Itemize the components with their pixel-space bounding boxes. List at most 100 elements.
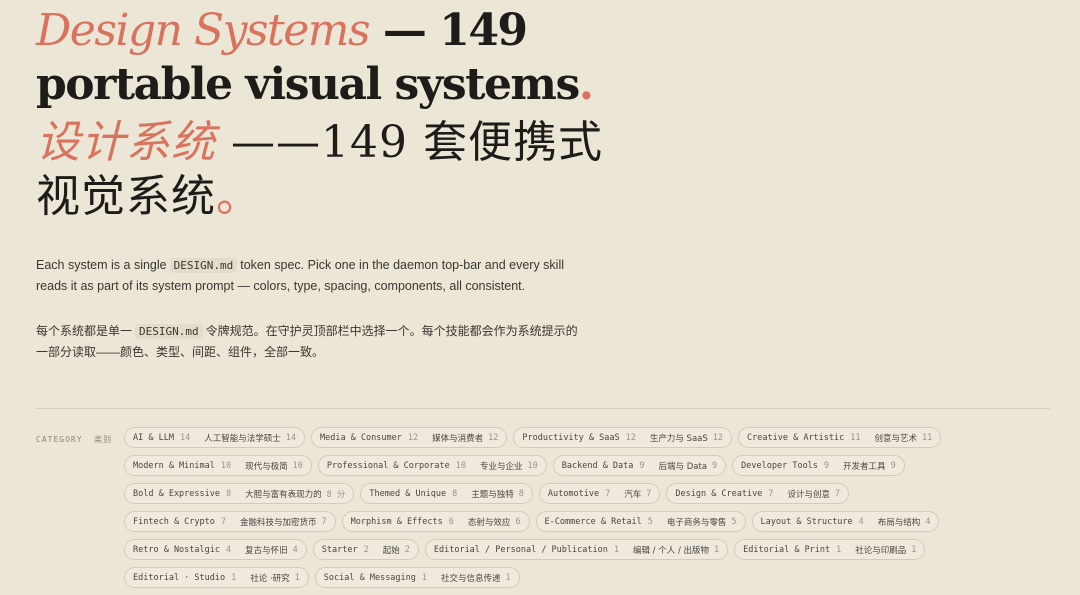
chip-name-zh: 复古与怀旧 — [245, 545, 288, 556]
chip-count: 4 — [226, 544, 232, 555]
chip-count-zh: 14 — [285, 432, 296, 443]
category-chip[interactable]: Editorial / Personal / Publication 1 编辑 / … — [424, 539, 729, 560]
chip-name: Editorial / Personal / Publication — [433, 544, 608, 555]
design-md-code-zh: DESIGN.md — [135, 324, 203, 339]
chip-count: 6 — [448, 516, 454, 527]
chip-name: Bold & Expressive — [133, 488, 220, 499]
chip-count: 7 — [220, 516, 227, 527]
hero-zh-accent: 设计系统 — [36, 117, 216, 168]
chip-name: Automotive — [547, 488, 600, 499]
chip-count-zh: 8 分 — [326, 489, 346, 500]
category-chip[interactable]: Editorial · Studio 1 社论 ·研究 1 — [124, 567, 309, 588]
chip-count: 10 — [220, 460, 232, 471]
hero-title-line2: portable visual systems. — [36, 58, 1056, 112]
chip-count-zh: 1 — [911, 544, 917, 555]
chip-name: Productivity & SaaS — [522, 432, 620, 443]
chip-count: 4 — [858, 516, 864, 527]
category-chip[interactable]: Social & Messaging 1 社交与信息传递 1 — [314, 567, 520, 588]
chip-count-zh: 12 — [712, 432, 724, 443]
chip-name: Starter — [321, 544, 358, 555]
chip-count: 7 — [768, 488, 774, 499]
category-chip[interactable]: Productivity & SaaS 12 生产力与 SaaS 12 — [513, 427, 733, 448]
chip-count: 9 — [823, 460, 830, 471]
section-divider — [36, 408, 1050, 409]
chip-count-zh: 11 — [922, 432, 933, 443]
chip-name-zh: 布局与结构 — [877, 517, 921, 528]
chip-name-zh: 汽车 — [624, 489, 642, 500]
chip-count: 10 — [455, 460, 466, 471]
chip-name: Developer Tools — [741, 460, 818, 471]
chip-count-zh: 6 — [515, 516, 521, 527]
category-chip[interactable]: Design & Creative 7 设计与创意 7 — [666, 483, 850, 504]
chip-name-zh: 开发者工具 — [843, 461, 886, 472]
category-chip[interactable]: Themed & Unique 8 主题与独特 8 — [360, 483, 533, 504]
chip-name-zh: 媒体与消费者 — [432, 433, 484, 444]
category-chip[interactable]: Creative & Artistic 11 创意与艺术 11 — [738, 427, 942, 448]
category-chip[interactable]: Morphism & Effects 6 态射与效应 6 — [341, 511, 530, 532]
chip-count-zh: 4 — [292, 544, 298, 555]
chip-count: 2 — [363, 544, 369, 555]
category-label: CATEGORY 类别 — [36, 433, 116, 446]
chip-name-zh: 电子商务与零售 — [666, 517, 727, 528]
chip-count: 8 — [452, 488, 458, 499]
chip-name: Fintech & Crypto — [133, 516, 215, 527]
category-label-zh: 类别 — [94, 435, 113, 444]
chip-name: Media & Consumer — [319, 432, 402, 443]
chip-name-zh: 创意与艺术 — [874, 433, 918, 444]
chip-name-zh: 编辑 / 个人 / 出版物 — [632, 545, 710, 556]
category-chip[interactable]: AI & LLM 14 人工智能与法学硕士 14 — [124, 427, 305, 448]
chip-count: 12 — [407, 432, 419, 443]
description-zh-before: 每个系统都是单一 — [36, 324, 133, 338]
chip-name: Editorial & Print — [743, 544, 831, 555]
chip-count-zh: 4 — [925, 516, 931, 527]
category-chip[interactable]: Media & Consumer 12 媒体与消费者 12 — [310, 427, 508, 448]
category-chip[interactable]: E-Commerce & Retail 5 电子商务与零售 5 — [535, 511, 746, 532]
category-chip[interactable]: Starter 2 起始 2 — [312, 539, 419, 560]
chip-name-zh: 社论 ·研究 — [250, 573, 290, 584]
category-chip[interactable]: Automotive 7 汽车 7 — [538, 483, 661, 504]
chip-count: 1 — [836, 544, 842, 555]
chip-name-zh: 专业与企业 — [479, 461, 523, 472]
chip-count-zh: 7 — [835, 488, 841, 499]
category-chip[interactable]: Bold & Expressive 8 大胆与富有表现力的 8 分 — [124, 483, 355, 504]
chip-name-zh: 人工智能与法学硕士 — [204, 433, 281, 444]
chip-name-zh: 后端与 Data — [658, 461, 708, 472]
category-chip[interactable]: Backend & Data 9 后端与 Data 9 — [552, 455, 727, 476]
category-chip[interactable]: Editorial & Print 1 社论与印刷品 1 — [734, 539, 926, 560]
chip-name-zh: 设计与创意 — [787, 489, 831, 500]
chip-count: 1 — [421, 572, 428, 583]
chip-name: E-Commerce & Retail — [544, 516, 642, 527]
hero-zh-count: ——149 套便携式 — [216, 117, 603, 168]
chip-name: Modern & Minimal — [133, 460, 215, 471]
description-en-before: Each system is a single — [36, 258, 167, 272]
chip-name: Backend & Data — [561, 460, 634, 471]
hero-subtitle: portable visual systems — [36, 59, 580, 110]
chip-count: 7 — [605, 488, 611, 499]
chip-name: Morphism & Effects — [350, 516, 443, 527]
chip-count-zh: 1 — [294, 572, 300, 583]
chip-name-zh: 现代与极简 — [245, 461, 288, 472]
chip-count-zh: 8 — [518, 488, 524, 499]
chip-name: Editorial · Studio — [133, 572, 226, 583]
chip-count-zh: 1 — [714, 544, 720, 555]
category-chip[interactable]: Modern & Minimal 10 现代与极简 10 — [124, 455, 312, 476]
chip-name-zh: 态射与效应 — [467, 517, 511, 528]
category-chip[interactable]: Developer Tools 9 开发者工具 9 — [732, 455, 905, 476]
category-chip[interactable]: Fintech & Crypto 7 金融科技与加密货币 7 — [124, 511, 336, 532]
chip-name-zh: 社论与印刷品 — [855, 545, 907, 556]
chip-count-zh: 7 — [321, 516, 327, 527]
hero-zh-dot: 。 — [216, 171, 261, 222]
hero-zh-line2: 视觉系统。 — [36, 170, 1056, 224]
chip-count-zh: 12 — [488, 432, 499, 443]
chip-name-zh: 生产力与 SaaS — [649, 433, 708, 444]
chip-name: Professional & Corporate — [326, 460, 450, 471]
category-chip[interactable]: Professional & Corporate 10 专业与企业 10 — [317, 455, 547, 476]
chip-count-zh: 5 — [731, 516, 737, 527]
chip-count: 8 — [226, 488, 232, 499]
chip-count-zh: 9 — [712, 460, 718, 471]
category-chip[interactable]: Retro & Nostalgic 4 复古与怀旧 4 — [124, 539, 307, 560]
hero-dot: . — [578, 59, 594, 110]
hero-zh-line1: 设计系统 ——149 套便携式 — [36, 116, 1056, 170]
chip-name-zh: 社交与信息传递 — [441, 573, 501, 584]
category-chip[interactable]: Layout & Structure 4 布局与结构 4 — [751, 511, 940, 532]
